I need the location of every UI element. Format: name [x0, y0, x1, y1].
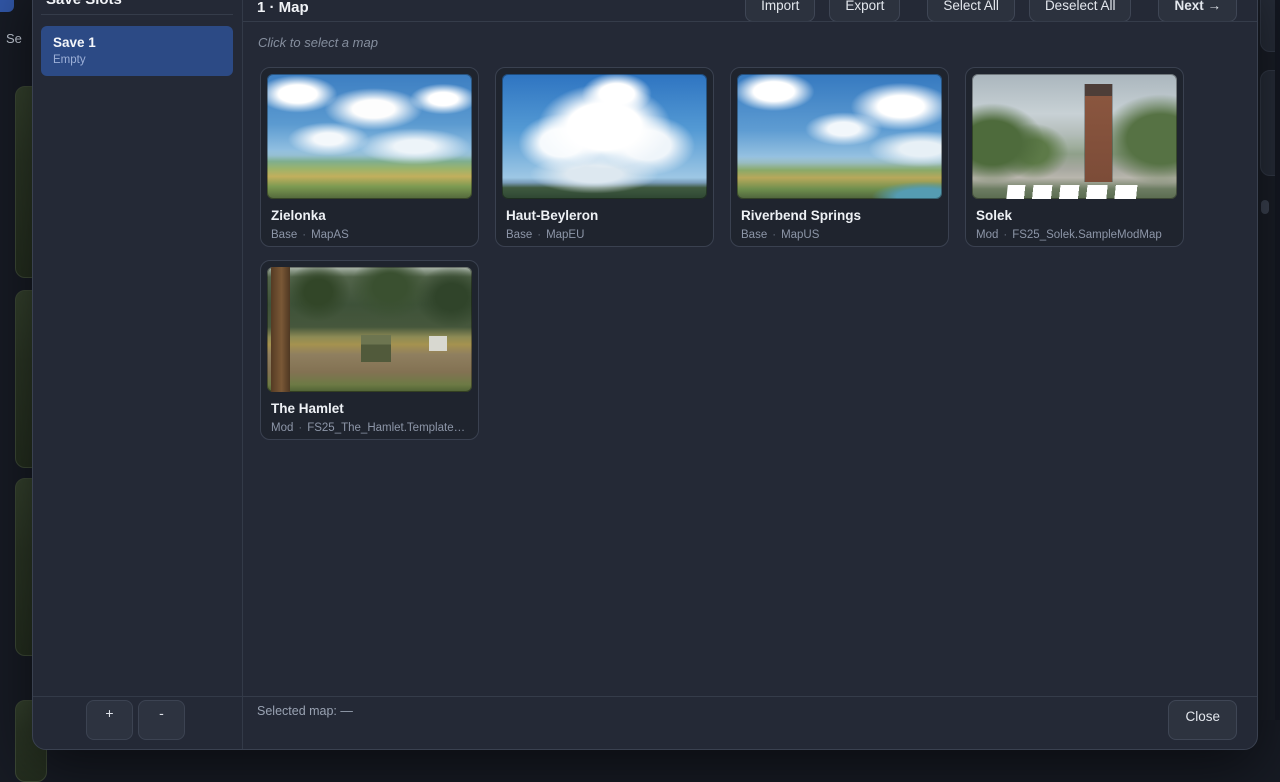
map-type-badge: Base — [506, 229, 532, 241]
map-type-badge: Mod — [271, 422, 293, 434]
map-type-badge: Base — [271, 229, 297, 241]
map-grid: Zielonka Base·MapAS Haut-Beyleron Base·M… — [260, 67, 1184, 440]
map-card[interactable]: Riverbend Springs Base · MapUS — [730, 67, 949, 247]
step-title: 1 · Map — [257, 0, 309, 16]
footer-divider — [243, 696, 1257, 697]
meta-separator: · — [537, 229, 541, 241]
save-slot-item[interactable]: Save 1 Empty — [41, 26, 233, 76]
toolbar-button-select-all[interactable]: Select All — [927, 0, 1015, 22]
background-edge — [1275, 0, 1280, 720]
selected-map-status: Selected map: — — [257, 704, 353, 718]
background-scroll-dot — [1261, 200, 1269, 214]
map-toolbar: Import Export Select All Deselect All Next → — [731, 0, 1237, 22]
sidebar-footer: + - — [33, 697, 242, 749]
close-button[interactable]: Close — [1168, 700, 1237, 740]
map-type-badge: Base — [741, 229, 767, 241]
map-type-badge: Mod — [976, 229, 998, 241]
map-meta: Mod · FS25_Solek.SampleModMap — [976, 229, 1173, 241]
save-slots-title: Save Slots — [46, 0, 122, 8]
map-select-hint: Click to select a map — [258, 35, 378, 50]
map-meta: Base · MapAS — [271, 229, 468, 241]
background-blue-button-fragment — [0, 0, 14, 12]
toolbar-button-deselect-all[interactable]: Deselect All — [1029, 0, 1132, 22]
map-name: Riverbend Springs — [741, 208, 938, 223]
map-id: FS25_Solek.SampleModMap — [1012, 229, 1162, 241]
map-thumbnail — [267, 74, 472, 199]
remove-slot-button[interactable]: - — [138, 700, 185, 740]
sidebar-divider — [41, 14, 233, 15]
map-card[interactable]: Haut-Beyleron Base · MapEU — [495, 67, 714, 247]
toolbar-button-import[interactable]: Import — [745, 0, 815, 22]
map-meta: Base · MapUS — [741, 229, 938, 241]
map-name: The Hamlet — [271, 401, 468, 416]
map-card[interactable]: Solek Mod · FS25_Solek.SampleModMap — [965, 67, 1184, 247]
map-thumbnail — [502, 74, 707, 199]
save-slot-name: Save 1 — [53, 35, 221, 50]
add-slot-button[interactable]: + — [86, 700, 133, 740]
meta-separator: · — [302, 229, 306, 241]
map-name: Haut-Beyleron — [506, 208, 703, 223]
map-card[interactable]: Zielonka Base · MapAS — [260, 67, 479, 247]
meta-separator: · — [772, 229, 776, 241]
map-card[interactable]: The Hamlet Mod · FS25_The_Hamlet.TemplateM… — [260, 260, 479, 440]
map-id: MapUS — [781, 229, 819, 241]
map-thumbnail — [737, 74, 942, 199]
toolbar-button-next[interactable]: Next → — [1158, 0, 1237, 22]
new-save-dialog: Save Slots Save 1 Empty + - 1 · Map Impo… — [32, 0, 1258, 750]
save-slots-sidebar: Save Slots Save 1 Empty + - — [33, 0, 243, 749]
map-selection-panel: 1 · Map Import Export Select All Deselect A… — [243, 0, 1257, 749]
background-partial-text: Se — [6, 31, 22, 46]
map-id: MapEU — [546, 229, 584, 241]
map-thumbnail — [972, 74, 1177, 199]
map-name: Zielonka — [271, 208, 468, 223]
save-slot-list: Save 1 Empty — [41, 26, 233, 76]
meta-separator: · — [1003, 229, 1007, 241]
toolbar-button-export[interactable]: Export — [829, 0, 900, 22]
meta-separator: · — [298, 422, 302, 434]
background-right-strip — [1256, 0, 1280, 720]
map-thumbnail — [267, 267, 472, 392]
save-slot-status: Empty — [53, 54, 221, 66]
map-id: FS25_The_Hamlet.TemplateMap — [307, 422, 468, 434]
map-id: MapAS — [311, 229, 349, 241]
map-name: Solek — [976, 208, 1173, 223]
map-meta: Mod · FS25_The_Hamlet.TemplateMap — [271, 422, 468, 434]
map-meta: Base · MapEU — [506, 229, 703, 241]
header-divider — [243, 21, 1257, 22]
